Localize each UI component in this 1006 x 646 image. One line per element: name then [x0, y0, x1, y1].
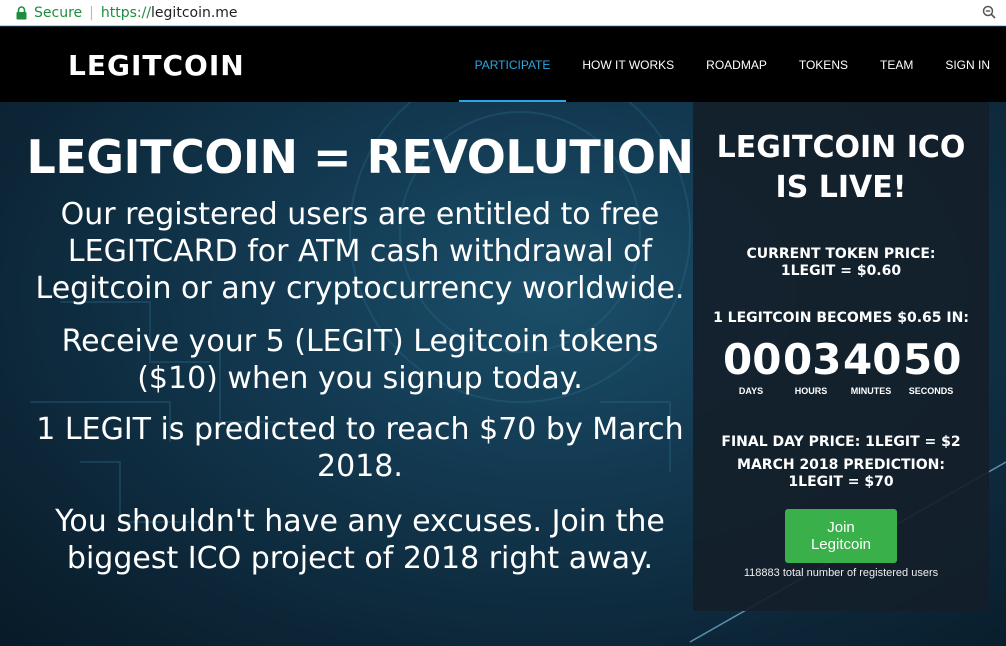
- countdown-unit: DAYS: [738, 386, 764, 396]
- hero-section: LEGITCOIN = REVOLUTION Our registered us…: [0, 102, 1006, 646]
- ico-title-line1: LEGITCOIN ICO: [716, 130, 966, 165]
- nav-participate[interactable]: PARTICIPATE: [458, 27, 567, 102]
- url-host: legitcoin.me: [151, 4, 238, 21]
- hero-paragraph-signup-bonus: Receive your 5 (LEGIT) Legitcoin tokens …: [61, 324, 659, 396]
- nav-tokens[interactable]: TOKENS: [783, 27, 864, 102]
- final-day-price: FINAL DAY PRICE: 1LEGIT = $2: [721, 434, 961, 450]
- countdown-days: 00 DAYS: [723, 335, 782, 397]
- site-logo[interactable]: LEGITCOIN: [68, 49, 245, 82]
- ico-title-line2: IS LIVE!: [775, 170, 907, 205]
- nav-team[interactable]: TEAM: [864, 27, 929, 102]
- hero-paragraph-prediction: 1 LEGIT is predicted to reach $70 by Mar…: [36, 412, 684, 484]
- countdown-seconds: 50 SECONDS: [903, 335, 962, 397]
- price-change-label: 1 LEGITCOIN BECOMES $0.65 IN:: [713, 310, 969, 326]
- url-scheme: https://: [100, 4, 152, 21]
- secure-label: Secure: [34, 4, 83, 21]
- countdown-value: 03: [783, 335, 842, 384]
- main-nav: PARTICIPATE HOW IT WORKS ROADMAP TOKENS …: [458, 27, 1006, 102]
- price-value: 1LEGIT = $0.60: [780, 263, 902, 279]
- countdown-unit: SECONDS: [908, 386, 954, 396]
- lock-icon: [16, 5, 28, 20]
- address-bar[interactable]: Secure | https:// legitcoin.me: [0, 0, 1006, 26]
- march-prediction: MARCH 2018 PREDICTION: 1LEGIT = $70: [693, 457, 989, 491]
- current-token-price: CURRENT TOKEN PRICE: 1LEGIT = $0.60: [693, 246, 989, 280]
- nav-how-it-works[interactable]: HOW IT WORKS: [566, 27, 690, 102]
- countdown-unit: HOURS: [794, 386, 828, 396]
- hero-paragraph-call-to-action: You shouldn't have any excuses. Join the…: [55, 504, 665, 576]
- ico-panel: LEGITCOIN ICO IS LIVE! CURRENT TOKEN PRI…: [693, 102, 989, 611]
- join-legitcoin-button[interactable]: Join Legitcoin: [785, 509, 897, 563]
- hero-text: LEGITCOIN = REVOLUTION Our registered us…: [20, 102, 700, 577]
- countdown-value: 50: [903, 335, 962, 384]
- site-header: LEGITCOIN PARTICIPATE HOW IT WORKS ROADM…: [0, 27, 1006, 102]
- countdown-timer: 00 DAYS 03 HOURS 40 MINUTES 50 SECONDS: [693, 335, 989, 397]
- price-label: CURRENT TOKEN PRICE:: [746, 246, 936, 262]
- ico-title: LEGITCOIN ICO IS LIVE!: [693, 128, 989, 208]
- registered-users-count: 118883 total number of registered users: [743, 567, 939, 579]
- hero-paragraph-legitcard: Our registered users are entitled to fre…: [35, 197, 685, 306]
- prediction-label: MARCH 2018 PREDICTION:: [737, 457, 945, 473]
- countdown-value: 00: [723, 335, 782, 384]
- nav-sign-in[interactable]: SIGN IN: [929, 27, 1006, 102]
- countdown-value: 40: [843, 335, 902, 384]
- address-separator: |: [89, 4, 94, 21]
- prediction-value: 1LEGIT = $70: [788, 474, 894, 490]
- hero-headline: LEGITCOIN = REVOLUTION: [26, 130, 694, 184]
- countdown-hours: 03 HOURS: [783, 335, 842, 397]
- countdown-unit: MINUTES: [850, 386, 892, 396]
- zoom-out-icon[interactable]: [982, 5, 996, 23]
- nav-roadmap[interactable]: ROADMAP: [690, 27, 783, 102]
- countdown-minutes: 40 MINUTES: [843, 335, 902, 397]
